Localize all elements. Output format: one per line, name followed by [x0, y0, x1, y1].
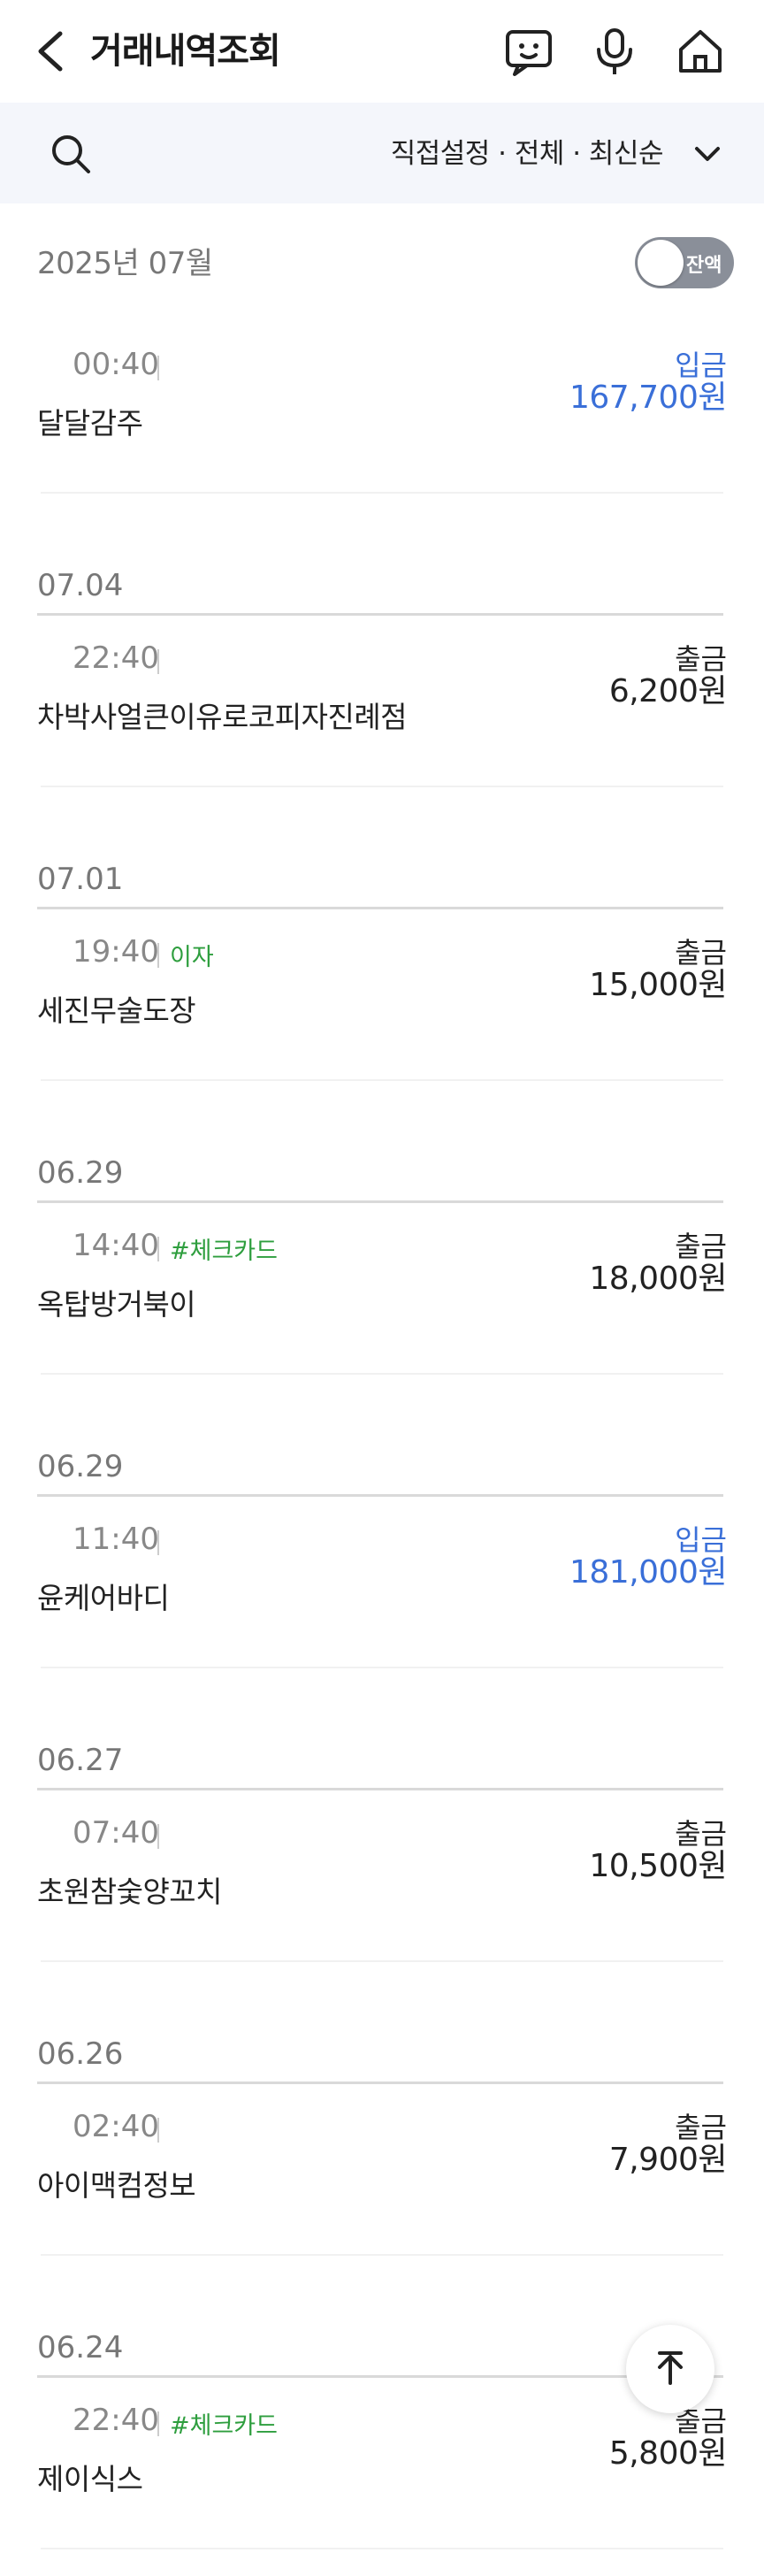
scroll-top-button[interactable]	[626, 2325, 714, 2413]
filter-summary[interactable]: 직접설정 · 전체 · 최신순	[391, 129, 664, 179]
date-label: 06.29	[37, 1449, 124, 1484]
transaction-row[interactable]: 14:40 #체크카드 옥탑방거북이 출금 18,000원	[37, 1203, 727, 1401]
row-divider	[41, 1667, 723, 1668]
time-separator	[157, 1237, 159, 1261]
month-header: 2025년 07월 잔액	[0, 203, 764, 322]
date-header: 06.29	[37, 1108, 723, 1203]
balance-toggle[interactable]: 잔액	[635, 237, 734, 288]
transaction-row[interactable]: 02:40 아이맥컴정보 출금 7,900원	[37, 2084, 728, 2282]
date-header: 07.04	[37, 520, 723, 616]
transaction-amount: 5,800원	[608, 2435, 728, 2472]
transaction-tag: #체크카드	[170, 2412, 278, 2440]
row-divider	[41, 1373, 723, 1375]
merchant-name: 윤케어바디	[37, 1581, 170, 1615]
time-separator	[157, 1824, 159, 1849]
transaction-amount: 6,200원	[608, 673, 728, 709]
transaction-row[interactable]: 19:40 이자 세진무술도장 출금 15,000원	[37, 909, 727, 1108]
time-separator	[157, 943, 159, 968]
date-header: 06.26	[37, 1989, 723, 2084]
arrow-up-icon	[658, 2351, 683, 2385]
transaction-amount: 15,000원	[589, 967, 727, 1003]
transaction-amount: 167,700원	[569, 380, 728, 416]
date-header: 06.24	[37, 2282, 723, 2378]
transaction-time: 00:40	[73, 347, 159, 382]
transaction-time: 02:40	[73, 2109, 159, 2144]
merchant-name: 초원참숯양꼬치	[37, 1874, 223, 1909]
transaction-amount: 7,900원	[608, 2142, 728, 2178]
home-icon[interactable]	[674, 25, 727, 78]
transaction-time: 22:40	[73, 2403, 159, 2438]
date-header: 06.27	[37, 1695, 723, 1790]
row-divider	[41, 2548, 723, 2549]
transaction-amount: 18,000원	[589, 1261, 727, 1297]
date-label: 06.26	[37, 2036, 124, 2072]
date-label: 06.24	[37, 2330, 124, 2365]
time-separator	[157, 649, 159, 674]
merchant-name: 달달감주	[37, 406, 143, 441]
row-divider	[41, 1079, 723, 1081]
row-divider	[41, 786, 723, 787]
row-divider	[41, 1960, 723, 1962]
microphone-icon[interactable]	[588, 25, 641, 78]
time-separator	[157, 356, 159, 380]
date-label: 07.04	[37, 568, 124, 603]
row-divider	[41, 2254, 723, 2256]
row-divider	[41, 492, 723, 494]
search-icon[interactable]	[46, 129, 96, 179]
page-title: 거래내역조회	[90, 31, 281, 72]
merchant-name: 옥탑방거북이	[37, 1287, 196, 1322]
transaction-time: 07:40	[73, 1815, 159, 1851]
time-separator	[157, 2411, 159, 2436]
transaction-amount: 10,500원	[589, 1848, 727, 1884]
transaction-time: 22:40	[73, 640, 159, 676]
date-header: 06.29	[37, 1401, 723, 1497]
transaction-row[interactable]: 00:40 달달감주 입금 167,700원	[37, 322, 728, 520]
toggle-knob	[638, 240, 684, 286]
date-label: 06.29	[37, 1155, 124, 1191]
transaction-row[interactable]: 11:40 윤케어바디 입금 181,000원	[37, 1497, 728, 1695]
chat-bot-icon[interactable]	[502, 25, 555, 78]
transaction-row[interactable]: 22:40 #체크카드 제이식스 출금 5,800원	[37, 2378, 728, 2576]
merchant-name: 세진무술도장	[37, 993, 196, 1028]
transaction-time: 19:40	[73, 934, 159, 970]
transaction-list: 00:40 달달감주 입금 167,700원 07.04 22:40 차박사얼큰이유로코피자…	[0, 322, 764, 2576]
app-header: 거래내역조회	[0, 0, 764, 103]
merchant-name: 아이맥컴정보	[37, 2168, 196, 2203]
chevron-down-icon[interactable]	[690, 136, 725, 172]
transaction-amount: 181,000원	[569, 1554, 728, 1591]
merchant-name: 차박사얼큰이유로코피자진례점	[37, 700, 408, 734]
balance-toggle-label: 잔액	[686, 255, 722, 277]
filter-bar: 직접설정 · 전체 · 최신순	[0, 103, 764, 203]
merchant-name: 제이식스	[37, 2462, 143, 2496]
time-separator	[157, 2118, 159, 2143]
date-header: 07.01	[37, 814, 723, 909]
date-label: 06.27	[37, 1743, 124, 1778]
back-arrow-icon[interactable]	[32, 27, 71, 76]
time-separator	[157, 1530, 159, 1555]
transaction-time: 11:40	[73, 1522, 159, 1557]
transaction-tag: #체크카드	[170, 1238, 278, 1265]
transaction-tag: 이자	[170, 944, 214, 971]
transaction-time: 14:40	[73, 1228, 159, 1263]
transaction-row[interactable]: 22:40 차박사얼큰이유로코피자진례점 출금 6,200원	[37, 616, 728, 814]
month-label: 2025년 07월	[37, 246, 213, 281]
transaction-row[interactable]: 07:40 초원참숯양꼬치 출금 10,500원	[37, 1790, 727, 1989]
date-label: 07.01	[37, 862, 124, 897]
